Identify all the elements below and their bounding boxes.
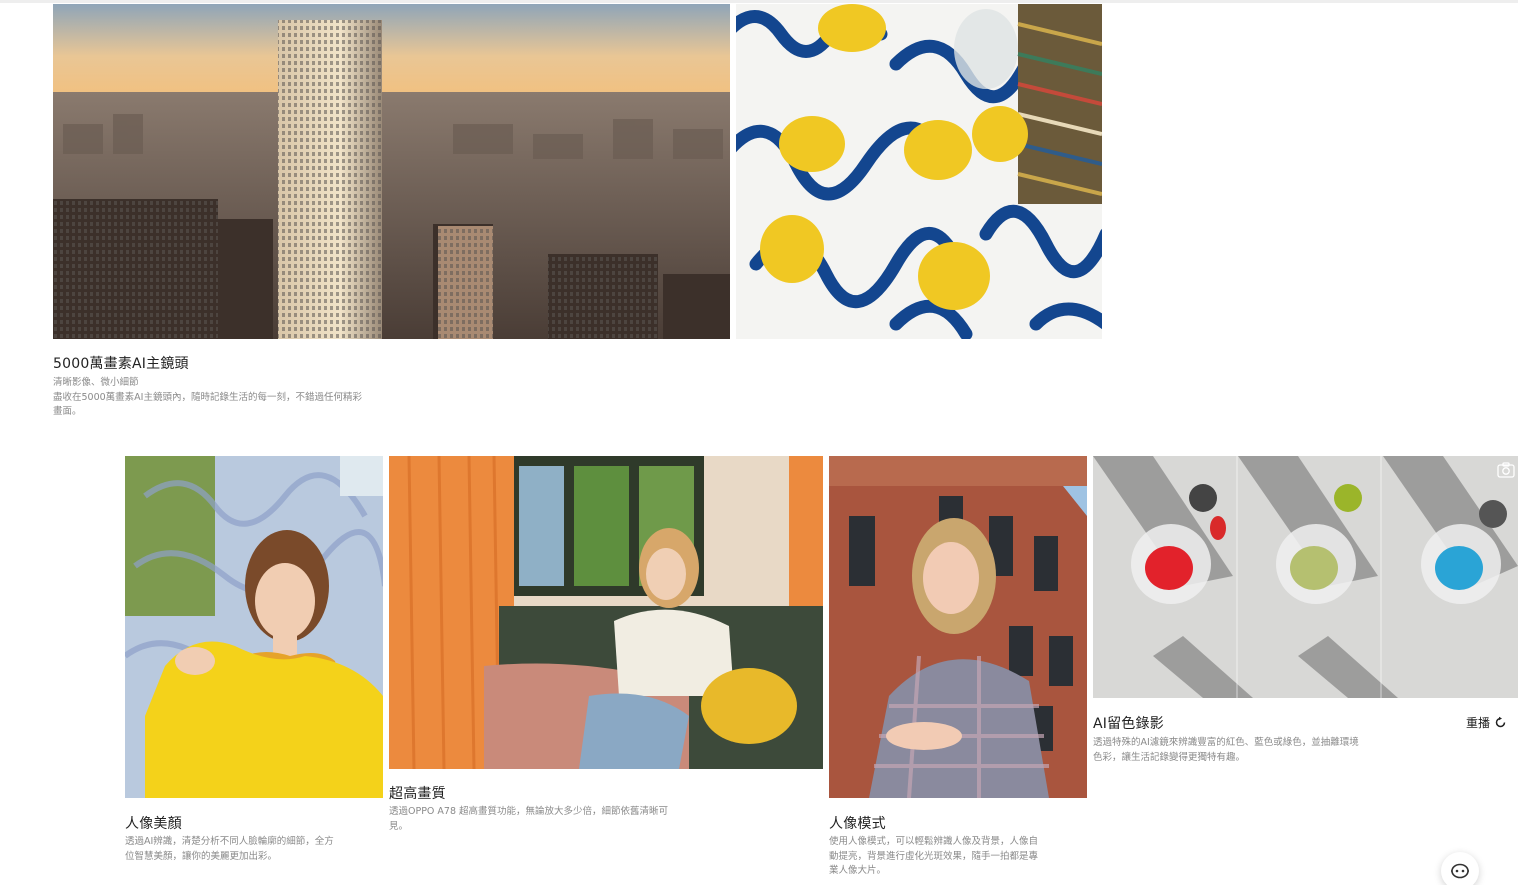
portrait-beauty-title: 人像美顏 xyxy=(125,816,182,832)
city-skyline-photo xyxy=(53,4,730,339)
replay-icon xyxy=(1495,716,1506,728)
ai-color-video-description: 透過特殊的AI濾鏡來辨識豐富的紅色、藍色或綠色，並抽離環境色彩，讓生活記錄變得更… xyxy=(1093,737,1359,763)
portrait-mode-description: 使用人像模式，可以輕鬆辨識人像及背景，人像自動提亮，背景進行虛化光斑效果，隨手一… xyxy=(829,836,1039,876)
portrait-mode-photo xyxy=(829,456,1087,798)
camera-icon[interactable] xyxy=(1497,462,1515,478)
main-camera-subtitle: 清晰影像、微小細節 xyxy=(53,377,139,388)
chat-assistant-button[interactable] xyxy=(1441,852,1479,885)
chat-assistant-icon xyxy=(1451,863,1469,879)
ultra-quality-title: 超高畫質 xyxy=(389,786,446,802)
top-divider xyxy=(0,0,1518,3)
ultra-quality-description: 透過OPPO A78 超高畫質功能，無論放大多少倍，細節依舊清晰可見。 xyxy=(389,806,669,832)
ultra-quality-photo xyxy=(389,456,823,769)
ai-color-video-title: AI留色錄影 xyxy=(1093,716,1164,732)
ai-color-video-photo xyxy=(1093,456,1518,698)
lemons-photo xyxy=(736,4,1102,339)
main-camera-body: 盡收在5000萬畫素AI主鏡頭內，隨時記錄生活的每一刻，不錯過任何精彩畫面。 xyxy=(53,391,362,418)
main-camera-title: 5000萬畫素AI主鏡頭 xyxy=(53,356,189,372)
portrait-beauty-photo xyxy=(125,456,383,798)
replay-button[interactable]: 重播 xyxy=(1466,714,1507,731)
portrait-beauty-description: 透過AI辨識，清楚分析不同人臉輪廓的細節，全方位智慧美顏，讓你的美麗更加出彩。 xyxy=(125,836,334,862)
replay-label: 重播 xyxy=(1466,716,1491,730)
portrait-mode-title: 人像模式 xyxy=(829,816,886,832)
main-camera-description: 清晰影像、微小細節 盡收在5000萬畫素AI主鏡頭內，隨時記錄生活的每一刻，不錯… xyxy=(53,376,368,420)
